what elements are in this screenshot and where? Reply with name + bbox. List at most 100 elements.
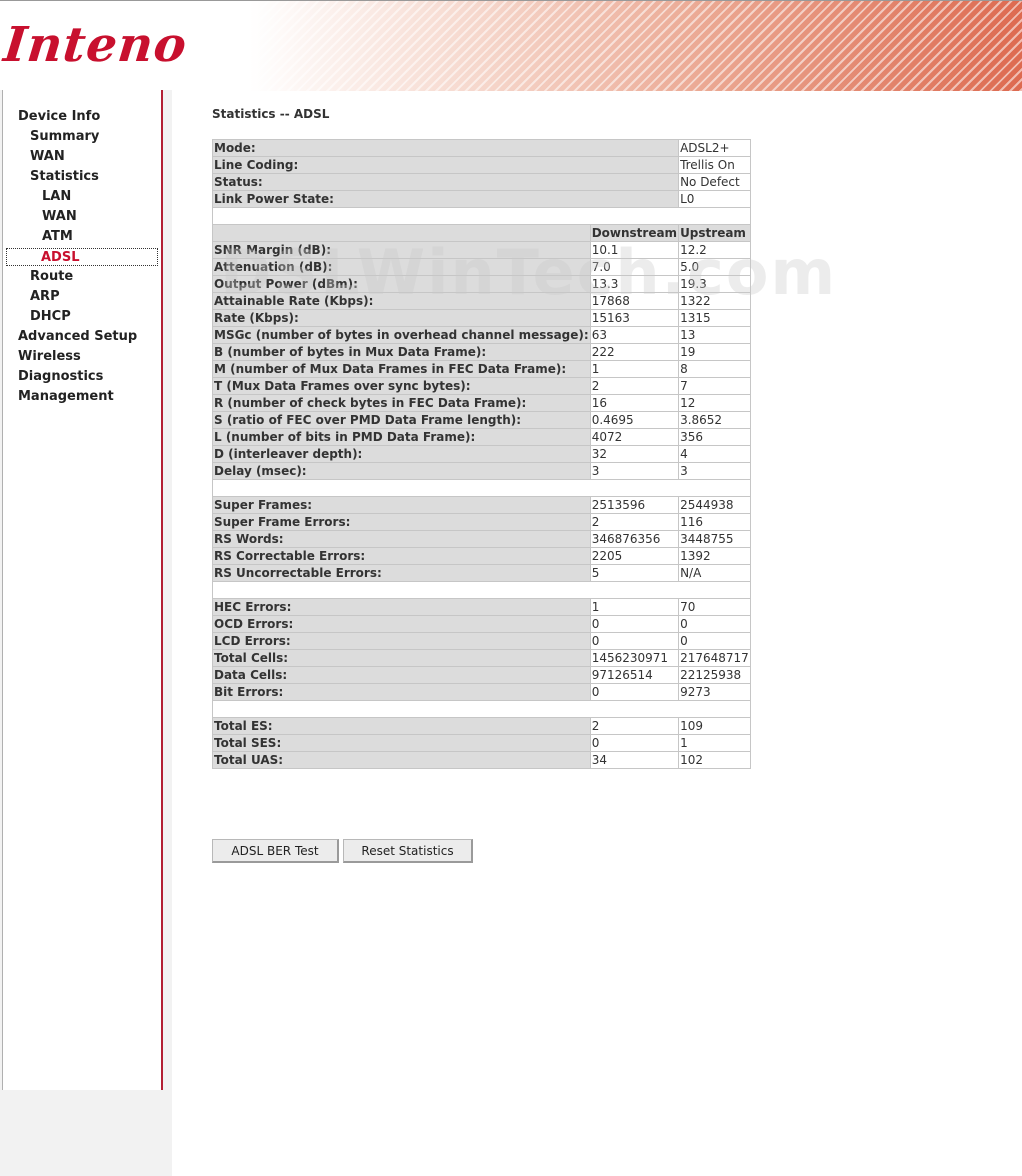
table-row: Mode: ADSL2+	[211, 139, 751, 157]
row-label: Rate (Kbps):	[212, 309, 591, 327]
sidebar-item-diagnostics[interactable]: Diagnostics	[18, 368, 103, 386]
downstream-value: 13.3	[589, 275, 680, 293]
table-row: LCD Errors: 0 0	[212, 632, 751, 650]
sidebar-item-management[interactable]: Management	[18, 388, 114, 406]
row-label: Delay (msec):	[212, 462, 591, 480]
downstream-value: 0	[589, 734, 680, 752]
row-value: Trellis On	[678, 156, 751, 174]
adsl-statistics-table: Mode: ADSL2+ Line Coding: Trellis On Status:…	[211, 139, 751, 769]
downstream-value: 2205	[589, 547, 680, 565]
upstream-value: 3448755	[678, 530, 751, 548]
row-label: Bit Errors:	[212, 683, 591, 701]
row-value: No Defect	[678, 173, 751, 191]
table-row: Rate (Kbps): 15163 1315	[212, 309, 751, 327]
downstream-value: 34	[589, 751, 680, 769]
sidebar-item-advanced-setup[interactable]: Advanced Setup	[18, 328, 137, 346]
upstream-value: 1315	[678, 309, 751, 327]
sidebar-item-stats-lan[interactable]: LAN	[42, 188, 71, 206]
downstream-value: 16	[589, 394, 680, 412]
downstream-value: 4072	[589, 428, 680, 446]
row-label: D (interleaver depth):	[212, 445, 591, 463]
upstream-value: 102	[678, 751, 751, 769]
adsl-ber-test-button[interactable]: ADSL BER Test	[212, 839, 339, 863]
sidebar-item-wan[interactable]: WAN	[30, 148, 65, 166]
upstream-value: 356	[678, 428, 751, 446]
downstream-value: 0.4695	[589, 411, 680, 429]
row-label: L (number of bits in PMD Data Frame):	[212, 428, 591, 446]
upstream-value: 7	[678, 377, 751, 395]
sidebar-item-wireless[interactable]: Wireless	[18, 348, 81, 366]
row-label: Output Power (dBm):	[212, 275, 591, 293]
inteno-logo: Inteno	[1, 17, 190, 73]
table-row: Link Power State: L0	[211, 190, 751, 208]
row-label: MSGc (number of bytes in overhead channe…	[212, 326, 591, 344]
sidebar-item-device-info[interactable]: Device Info	[18, 108, 100, 126]
sidebar-item-stats-adsl[interactable]: ADSL	[6, 248, 158, 266]
sidebar-item-dhcp[interactable]: DHCP	[30, 308, 71, 326]
downstream-value: 1	[589, 598, 680, 616]
row-label: Total Cells:	[212, 649, 591, 667]
table-row: S (ratio of FEC over PMD Data Frame leng…	[212, 411, 751, 429]
table-row: OCD Errors: 0 0	[212, 615, 751, 633]
spacer-row	[212, 207, 751, 225]
sidebar-menu: Device Info Summary WAN Statistics LAN W…	[2, 90, 163, 1090]
downstream-value: 97126514	[589, 666, 680, 684]
row-label: Attenuation (dB):	[212, 258, 591, 276]
row-label: S (ratio of FEC over PMD Data Frame leng…	[212, 411, 591, 429]
table-row: RS Uncorrectable Errors: 5 N/A	[212, 564, 751, 582]
table-row: R (number of check bytes in FEC Data Fra…	[212, 394, 751, 412]
downstream-value: 1	[589, 360, 680, 378]
row-label: HEC Errors:	[212, 598, 591, 616]
upstream-value: 12.2	[678, 241, 751, 259]
row-label: Data Cells:	[212, 666, 591, 684]
downstream-value: 5	[589, 564, 680, 582]
table-row: Status: No Defect	[211, 173, 751, 191]
row-label: Mode:	[211, 139, 680, 157]
sidebar-item-statistics[interactable]: Statistics	[30, 168, 99, 186]
table-row: Super Frames: 2513596 2544938	[212, 496, 751, 514]
upstream-value: 12	[678, 394, 751, 412]
header-blank-cell	[212, 224, 591, 242]
table-row: RS Words: 346876356 3448755	[212, 530, 751, 548]
sidebar-item-arp[interactable]: ARP	[30, 288, 60, 306]
downstream-value: 32	[589, 445, 680, 463]
row-label: Total UAS:	[212, 751, 591, 769]
upstream-value: 2544938	[678, 496, 751, 514]
row-label: OCD Errors:	[212, 615, 591, 633]
table-row: Total UAS: 34 102	[212, 751, 751, 769]
downstream-value: 0	[589, 683, 680, 701]
row-label: Status:	[211, 173, 680, 191]
sidebar-item-summary[interactable]: Summary	[30, 128, 99, 146]
table-row: Delay (msec): 3 3	[212, 462, 751, 480]
upstream-value: 0	[678, 615, 751, 633]
row-label: B (number of bytes in Mux Data Frame):	[212, 343, 591, 361]
sidebar-item-route[interactable]: Route	[30, 268, 73, 286]
spacer-row	[212, 581, 751, 599]
row-label: R (number of check bytes in FEC Data Fra…	[212, 394, 591, 412]
table-row: HEC Errors: 1 70	[212, 598, 751, 616]
downstream-value: 7.0	[589, 258, 680, 276]
downstream-value: 63	[589, 326, 680, 344]
spacer-cell	[212, 479, 751, 497]
row-label: RS Correctable Errors:	[212, 547, 591, 565]
row-label: Total ES:	[212, 717, 591, 735]
row-label: M (number of Mux Data Frames in FEC Data…	[212, 360, 591, 378]
upstream-value: 3.8652	[678, 411, 751, 429]
sidebar-item-stats-atm[interactable]: ATM	[42, 228, 73, 246]
spacer-row	[212, 700, 751, 718]
downstream-value: 2	[589, 513, 680, 531]
reset-statistics-button[interactable]: Reset Statistics	[343, 839, 473, 863]
table-row: Bit Errors: 0 9273	[212, 683, 751, 701]
row-label: Total SES:	[212, 734, 591, 752]
table-row: Attenuation (dB): 7.0 5.0	[212, 258, 751, 276]
table-row: Data Cells: 97126514 22125938	[212, 666, 751, 684]
upstream-value: 109	[678, 717, 751, 735]
table-row: Total SES: 0 1	[212, 734, 751, 752]
sidebar-item-stats-wan[interactable]: WAN	[42, 208, 77, 226]
spacer-cell	[212, 700, 751, 718]
table-row: Line Coding: Trellis On	[211, 156, 751, 174]
row-value: L0	[678, 190, 751, 208]
table-header-row: Downstream Upstream	[212, 224, 751, 242]
row-label: Line Coding:	[211, 156, 680, 174]
table-row: RS Correctable Errors: 2205 1392	[212, 547, 751, 565]
